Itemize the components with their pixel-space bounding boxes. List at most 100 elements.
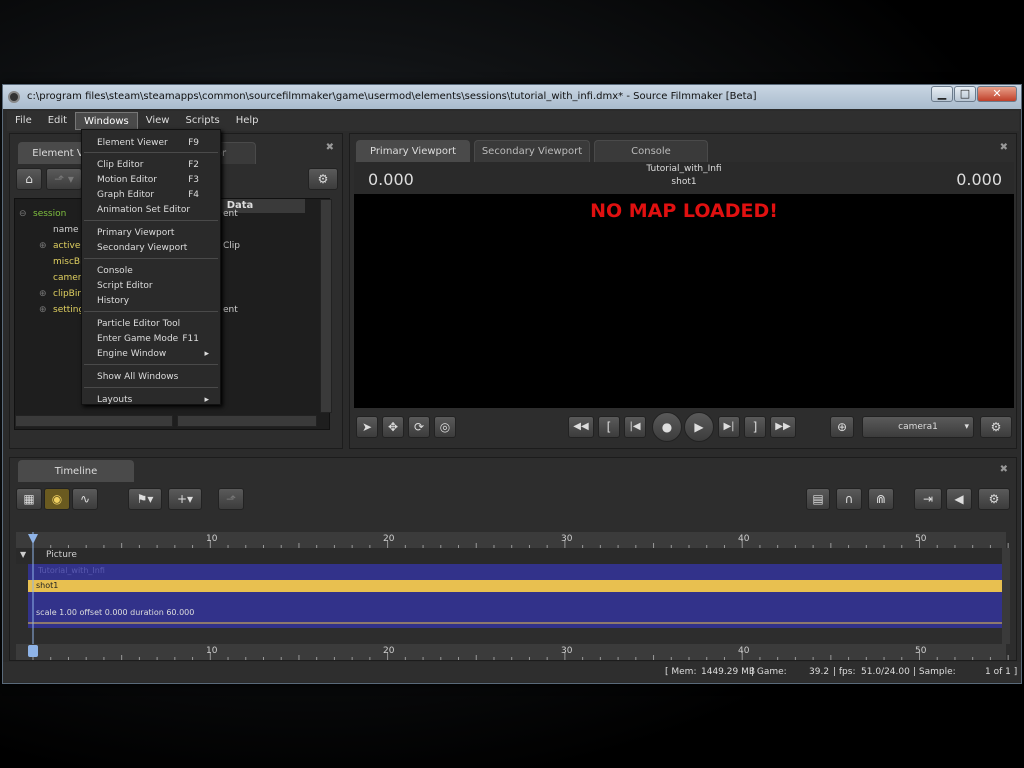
viewport-panel: Primary Viewport Secondary Viewport Cons…	[349, 133, 1017, 449]
settings-button[interactable]: ⚙	[308, 168, 338, 190]
title-bar[interactable]: c:\program files\steam\steamapps\common\…	[3, 85, 1021, 109]
menu-item-label: Graph Editor	[97, 190, 155, 200]
step-forward-button[interactable]: ▶|	[718, 416, 740, 438]
viewport-canvas[interactable]: NO MAP LOADED!	[354, 194, 1014, 408]
status-bar: [ Mem: 1449.29 MB | Game: 39.2 | fps: 51…	[3, 662, 1021, 682]
windows-menu-item[interactable]: History	[97, 294, 217, 308]
up-level-button[interactable]: ⬏	[218, 488, 244, 510]
record-button[interactable]: ●	[652, 412, 682, 442]
menu-item-label: Engine Window	[97, 349, 167, 359]
rotate-tool-button[interactable]: ⟳	[408, 416, 430, 438]
windows-menu-item[interactable]: Layouts ▸	[97, 393, 217, 407]
status-game-value: 39.2	[809, 667, 830, 677]
snap-button[interactable]: ∩	[836, 488, 862, 510]
rewind-button[interactable]: ◀◀	[568, 416, 594, 438]
timeline-settings-button[interactable]: ⚙	[978, 488, 1010, 510]
windows-menu-item[interactable]: Show All Windows	[97, 370, 217, 384]
play-button[interactable]: ▶	[684, 412, 714, 442]
panel-close-icon[interactable]: ✖	[1000, 142, 1008, 153]
select-tool-button[interactable]: ➤	[356, 416, 378, 438]
windows-menu-item[interactable]: Primary Viewport	[97, 226, 217, 240]
tree-row-data: ent	[223, 209, 238, 219]
tree-hscrollbar-left[interactable]	[15, 415, 173, 427]
tree-row-label: session	[33, 209, 67, 219]
ruler-label-50-bottom: 50	[915, 646, 927, 656]
expand-icon[interactable]: ⊕	[39, 303, 47, 317]
close-button[interactable]: ✕	[977, 86, 1017, 102]
panel-close-icon[interactable]: ✖	[326, 142, 334, 153]
status-game-label: | Game:	[751, 667, 787, 677]
viewport-right-value: 0.000	[956, 170, 1002, 189]
add-item-button[interactable]: +▾	[168, 488, 202, 510]
menu-edit[interactable]: Edit	[40, 112, 75, 130]
menu-view[interactable]: View	[138, 112, 178, 130]
windows-menu-item[interactable]: Clip Editor F2	[97, 158, 217, 172]
menu-bar: File Edit Windows View Scripts Help	[7, 111, 1019, 131]
windows-menu-item[interactable]: Script Editor	[97, 279, 217, 293]
menu-item-label: Console	[97, 266, 133, 276]
mark-out-button[interactable]: ]	[744, 416, 766, 438]
session-name: Tutorial_with_Infi	[646, 164, 722, 174]
camera-select-label: camera1	[898, 422, 938, 432]
windows-menu-item[interactable]: Secondary Viewport	[97, 241, 217, 255]
menu-item-label: Layouts	[97, 395, 133, 405]
bookmark-button[interactable]: ▤	[806, 488, 830, 510]
tab-console[interactable]: Console	[594, 140, 708, 162]
tree-row-data: Clip	[223, 241, 240, 251]
window-title: c:\program files\steam\steamapps\common\…	[27, 91, 757, 102]
target-tool-button[interactable]: ◎	[434, 416, 456, 438]
expand-icon[interactable]: ⊕	[39, 239, 47, 253]
expand-icon[interactable]: ⊖	[19, 207, 27, 221]
status-fps-label: | fps:	[833, 667, 856, 677]
volume-button[interactable]: ◀	[946, 488, 972, 510]
menu-scripts[interactable]: Scripts	[177, 112, 227, 130]
step-back-button[interactable]: |◀	[624, 416, 646, 438]
mark-in-button[interactable]: [	[598, 416, 620, 438]
windows-menu-item[interactable]: Enter Game Mode F11	[97, 332, 217, 346]
windows-menu-item[interactable]: Animation Set Editor	[97, 203, 217, 217]
status-mem-value: 1449.29 MB	[701, 667, 756, 677]
windows-menu-item[interactable]: Engine Window ▸	[97, 347, 217, 361]
expand-icon[interactable]: ⊕	[39, 287, 47, 301]
minimize-button[interactable]: ▁	[931, 86, 953, 102]
menu-item-label: Animation Set Editor	[97, 205, 191, 215]
viewport-settings-button[interactable]: ⚙	[980, 416, 1012, 438]
tree-vscrollbar[interactable]	[320, 199, 332, 413]
windows-menu-item[interactable]: Graph Editor F4	[97, 188, 217, 202]
clip-editor-mode-button[interactable]: ▦	[16, 488, 42, 510]
windows-menu-item[interactable]: Particle Editor Tool	[97, 317, 217, 331]
timeline-area[interactable]	[16, 532, 1010, 660]
menu-item-label: Primary Viewport	[97, 228, 175, 238]
tab-secondary-viewport[interactable]: Secondary Viewport	[474, 140, 590, 162]
menu-separator	[84, 387, 218, 388]
menu-item-label: Secondary Viewport	[97, 243, 188, 253]
snap-frame-button[interactable]: ⋒	[868, 488, 894, 510]
home-button[interactable]: ⌂	[16, 168, 42, 190]
panel-close-icon[interactable]: ✖	[1000, 464, 1008, 475]
menu-file[interactable]: File	[7, 112, 40, 130]
graph-editor-mode-button[interactable]: ∿	[72, 488, 98, 510]
ruler-label-50: 50	[915, 534, 927, 544]
menu-windows[interactable]: Windows	[75, 112, 138, 130]
windows-menu-item[interactable]: Console	[97, 264, 217, 278]
windows-menu-item[interactable]: Motion Editor F3	[97, 173, 217, 187]
camera-target-button[interactable]: ⊕	[830, 416, 854, 438]
move-tool-button[interactable]: ✥	[382, 416, 404, 438]
ruler-label-10: 10	[206, 534, 218, 544]
windows-menu-item[interactable]: Element Viewer F9	[97, 136, 217, 150]
collapse-icon[interactable]: ▼	[20, 550, 26, 559]
camera-select[interactable]: camera1 ▾	[862, 416, 974, 438]
tab-primary-viewport[interactable]: Primary Viewport	[356, 140, 470, 162]
ruler-label-20-bottom: 20	[383, 646, 395, 656]
fast-forward-button[interactable]: ▶▶	[770, 416, 796, 438]
maximize-button[interactable]: □	[954, 86, 976, 102]
up-button[interactable]: ⬏ ▾	[46, 168, 82, 190]
shot-clip-label[interactable]: shot1	[36, 581, 58, 590]
menu-separator	[84, 220, 218, 221]
tree-hscrollbar-right[interactable]	[177, 415, 317, 427]
add-marker-button[interactable]: ⚑▾	[128, 488, 162, 510]
motion-editor-mode-button[interactable]: ◉	[44, 488, 70, 510]
tab-timeline[interactable]: Timeline	[18, 460, 134, 482]
menu-help[interactable]: Help	[228, 112, 267, 130]
goto-end-button[interactable]: ⇥	[914, 488, 942, 510]
